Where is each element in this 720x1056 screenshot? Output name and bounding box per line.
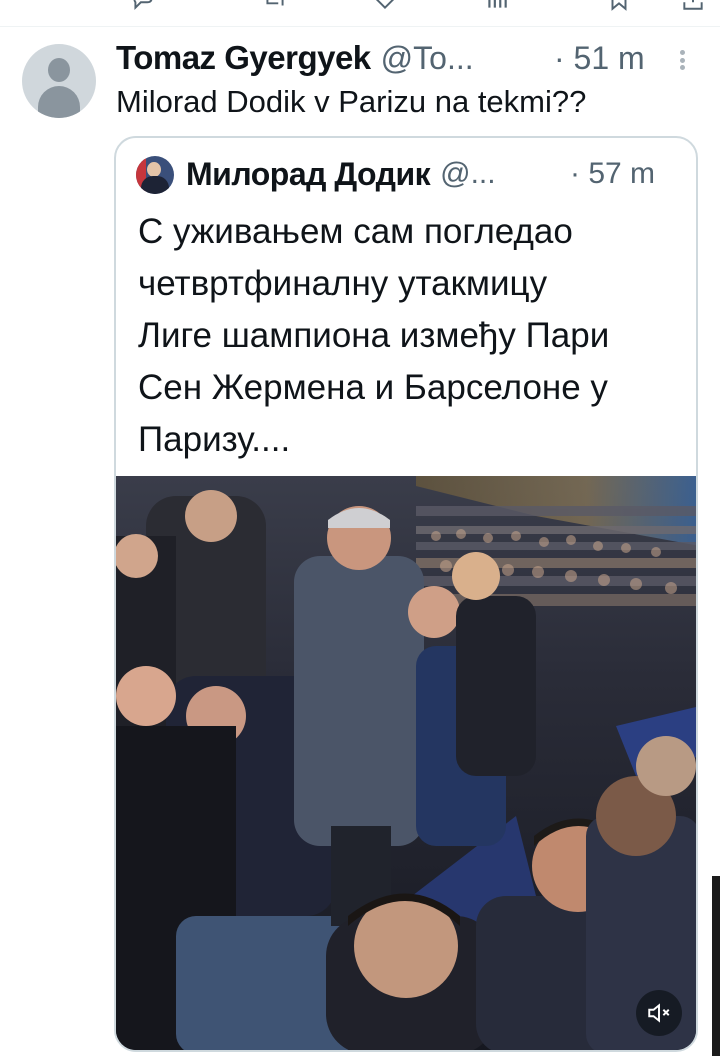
quoted-tweet-text: С уживањем сам погледао четвртфиналну ут… (138, 206, 678, 466)
author-handle[interactable]: @To... (381, 40, 474, 77)
quoted-author-handle[interactable]: @... (440, 157, 495, 191)
more-vertical-icon[interactable] (680, 50, 686, 70)
like-icon[interactable] (372, 0, 398, 12)
video-frame-stadium-crowd (116, 476, 696, 1050)
tweet-action-bar (0, 0, 720, 26)
quoted-text-line: четвртфиналну утакмицу (138, 264, 548, 303)
retweet-icon[interactable] (262, 0, 288, 12)
quoted-tweet-header: Милорад Додик @... · 57 m (186, 152, 686, 196)
tweet-time[interactable]: · 51 m (554, 40, 645, 77)
quoted-text-line: Сен Жермена и Барселоне у (138, 368, 608, 407)
share-icon[interactable] (680, 0, 706, 12)
quoted-tweet-time[interactable]: · 57 m (570, 157, 655, 191)
tweet-divider (0, 26, 720, 27)
video-player[interactable] (116, 476, 696, 1050)
quoted-text-line: Лиге шампиона између Пари (138, 316, 610, 355)
author-avatar[interactable] (22, 44, 96, 118)
quoted-text-line: Паризу.... (138, 420, 291, 459)
tweet-text: Milorad Dodik v Parizu na tekmi?? (116, 84, 587, 119)
quoted-author-avatar[interactable] (136, 156, 174, 194)
bookmark-icon[interactable] (606, 0, 632, 12)
default-avatar-icon (48, 58, 70, 82)
reply-icon[interactable] (130, 0, 156, 12)
screen-edge (712, 876, 720, 1056)
tweet-header: Tomaz Gyergyek @To... · 51 m (116, 36, 696, 80)
quoted-text-line: С уживањем сам погледао (138, 212, 573, 251)
quoted-tweet[interactable]: Милорад Додик @... · 57 m С уживањем сам… (114, 136, 698, 1052)
volume-muted-icon[interactable] (636, 990, 682, 1036)
quoted-author-name[interactable]: Милорад Додик (186, 156, 431, 193)
author-name[interactable]: Tomaz Gyergyek (116, 39, 371, 77)
views-icon[interactable] (484, 0, 510, 12)
